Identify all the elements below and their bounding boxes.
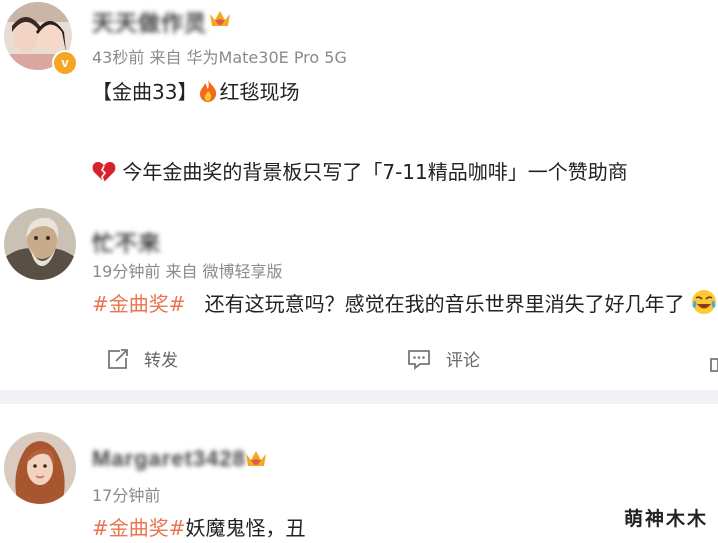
post-text-body: 妖魔鬼怪，丑 — [185, 516, 306, 540]
laughing-tears-emoji-icon — [691, 290, 716, 314]
post-text-line2: 今年金曲奖的背景板只写了「7-11精品咖啡」一个赞助商 — [92, 156, 628, 185]
crown-icon — [246, 451, 266, 466]
post-3: Margaret3428 17分钟前 #金曲奖#妖魔鬼怪，丑 — [0, 404, 718, 543]
avatar[interactable] — [4, 208, 76, 280]
post-1: v 天天做作灵 43秒前 来自 华为Mate30E Pro 5G 【金曲33】红… — [0, 0, 718, 200]
post-text-body: 今年金曲奖的背景板只写了「7-11精品咖啡」一个赞助商 — [122, 160, 628, 184]
topic-text: 【金曲33】 — [92, 80, 198, 104]
repost-label: 转发 — [144, 351, 178, 371]
verified-badge-icon: v — [52, 50, 78, 76]
post-meta: 43秒前 来自 华为Mate30E Pro 5G — [92, 48, 347, 67]
broken-heart-icon — [92, 162, 116, 183]
watermark: 萌神木木 — [623, 508, 708, 530]
comment-button[interactable]: 评论 — [406, 346, 480, 371]
post-meta: 17分钟前 — [92, 486, 161, 505]
post-meta: 19分钟前 来自 微博轻享版 — [92, 262, 283, 281]
comment-label: 评论 — [446, 351, 480, 371]
post-2: 忙不来 19分钟前 来自 微博轻享版 #金曲奖# 还有这玩意吗？感觉在我的音乐世… — [0, 200, 718, 390]
fire-icon — [200, 80, 217, 102]
comment-icon — [408, 349, 430, 370]
post-text-body: 还有这玩意吗？感觉在我的音乐世界里消失了好几年了 — [204, 292, 685, 316]
username[interactable]: 天天做作灵 — [92, 6, 207, 38]
repost-button[interactable]: 转发 — [106, 346, 178, 371]
section-divider — [0, 390, 718, 404]
post-text-line1: 【金曲33】 红毯现场 — [92, 76, 299, 105]
avatar[interactable] — [4, 432, 76, 504]
repost-icon — [108, 348, 128, 369]
crown-icon — [210, 11, 230, 26]
like-icon[interactable] — [708, 350, 718, 372]
post-text: #金曲奖#妖魔鬼怪，丑 — [92, 512, 306, 541]
topic-link[interactable]: #金曲奖# — [92, 292, 186, 316]
post-text-line1-tail: 红毯现场 — [219, 80, 300, 104]
post-text: #金曲奖# 还有这玩意吗？感觉在我的音乐世界里消失了好几年了 — [92, 288, 717, 317]
username[interactable]: 忙不来 — [92, 226, 161, 258]
topic-link[interactable]: #金曲奖# — [92, 516, 186, 540]
username[interactable]: Margaret3428 — [92, 446, 246, 472]
